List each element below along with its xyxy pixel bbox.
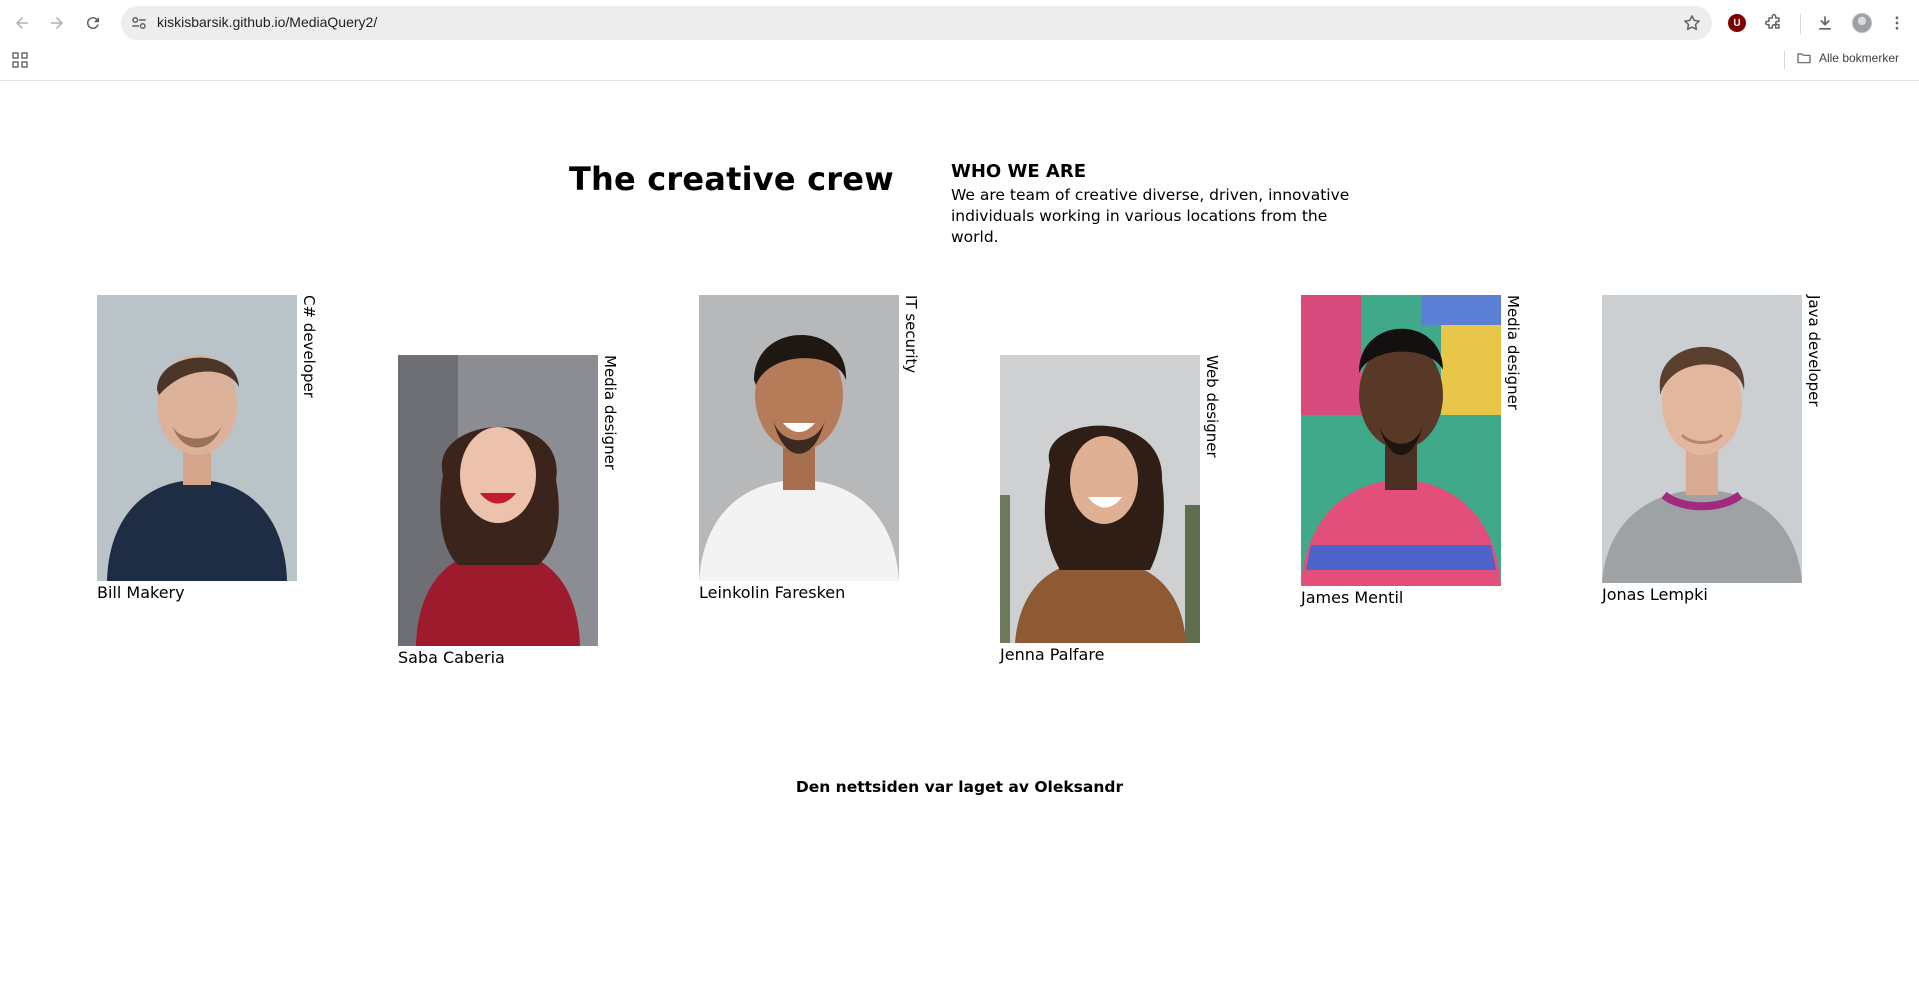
menu-button[interactable] — [1885, 11, 1909, 35]
team-role: Web designer — [1203, 355, 1221, 458]
footer-credit: Den nettsiden var laget av Oleksandr — [795, 778, 1124, 796]
site-settings-icon[interactable] — [130, 14, 148, 32]
profile-avatar — [1852, 13, 1872, 33]
forward-button[interactable] — [44, 10, 70, 36]
puzzle-icon — [1764, 13, 1780, 29]
page-title: The creative crew — [569, 160, 894, 198]
ublock-extension-button[interactable]: U — [1725, 11, 1749, 35]
who-we-are-text: We are team of creative diverse, driven,… — [951, 186, 1350, 246]
who-we-are-heading: WHO WE ARE — [951, 161, 1086, 182]
download-icon — [1819, 16, 1831, 30]
profile-button[interactable] — [1850, 11, 1874, 35]
extensions-button[interactable] — [1762, 11, 1786, 35]
team-name: James Mentil — [1301, 588, 1404, 607]
team-name: Jonas Lempki — [1602, 585, 1708, 604]
forward-arrow-icon — [51, 17, 63, 29]
all-bookmarks-label: Alle bokmerker — [1818, 51, 1899, 65]
downloads-button[interactable] — [1813, 11, 1837, 35]
shield-u-icon: U — [1728, 14, 1746, 32]
bookmark-star-icon[interactable] — [1682, 13, 1702, 33]
folder-icon — [1797, 53, 1811, 64]
team-photo — [1301, 295, 1501, 586]
address-bar[interactable]: kiskisbarsik.github.io/MediaQuery2/ — [121, 6, 1712, 40]
team-role: Media designer — [1504, 295, 1522, 410]
apps-grid-icon[interactable] — [12, 52, 28, 68]
browser-toolbar: kiskisbarsik.github.io/MediaQuery2/ U Al… — [0, 0, 1919, 81]
team-role: Java developer — [1805, 295, 1823, 407]
team-photo — [699, 295, 899, 581]
url-text[interactable]: kiskisbarsik.github.io/MediaQuery2/ — [157, 14, 377, 30]
bookmarks-divider — [1784, 51, 1785, 69]
reload-button[interactable] — [80, 10, 106, 36]
team-photo — [1000, 355, 1200, 643]
toolbar-divider — [1800, 14, 1801, 34]
back-arrow-icon — [16, 17, 28, 29]
back-button[interactable] — [9, 10, 35, 36]
team-name: Bill Makery — [97, 583, 185, 602]
all-bookmarks-button[interactable]: Alle bokmerker — [1796, 50, 1899, 66]
team-name: Jenna Palfare — [1000, 645, 1105, 664]
kebab-menu-icon — [1895, 16, 1899, 30]
team-name: Saba Caberia — [398, 648, 505, 667]
team-role: IT security — [902, 295, 920, 374]
team-photo — [1602, 295, 1802, 583]
reload-icon — [86, 17, 99, 30]
team-name: Leinkolin Faresken — [699, 583, 846, 602]
team-photo — [398, 355, 598, 646]
team-role: Media designer — [601, 355, 619, 470]
team-photo — [97, 295, 297, 581]
team-role: C# developer — [300, 295, 318, 398]
